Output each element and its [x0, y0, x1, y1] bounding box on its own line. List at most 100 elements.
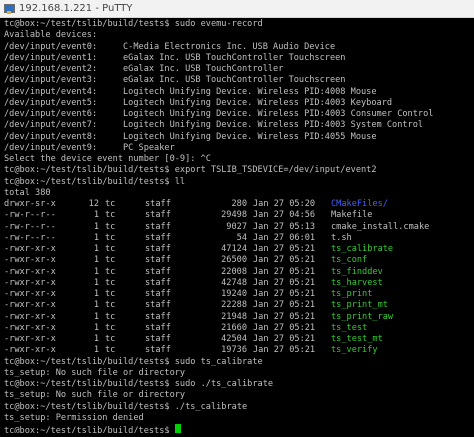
- file-name: t.sh: [331, 232, 352, 243]
- file-links: 1: [93, 289, 99, 299]
- file-permissions: -rwxr-xr-x: [4, 244, 56, 254]
- file-links: 1: [93, 300, 99, 311]
- file-group: staff: [145, 244, 171, 254]
- file-links: 1: [93, 345, 99, 356]
- terminal-line: tc@box:~/test/tslib/build/tests$ sudo ts…: [4, 356, 263, 367]
- terminal-prompt-line[interactable]: tc@box:~/test/tslib/build/tests$: [4, 424, 466, 433]
- file-group: staff: [145, 311, 171, 322]
- file-name: ts_finddev: [331, 266, 383, 277]
- file-permissions: -rwxr-xr-x: [4, 289, 56, 299]
- file-links: 1: [93, 221, 99, 232]
- file-links: 12: [88, 199, 99, 209]
- listing-row: -rwxr-xr-x 1 tc staff 22288 Jan 27 05:21 ts_pr…: [4, 300, 466, 311]
- file-date: Jan 27 05:21: [253, 266, 316, 277]
- file-permissions: -rwxr-xr-x: [4, 311, 56, 322]
- window-title: 192.168.1.221 - PuTTY: [19, 3, 133, 14]
- file-name: ts_test_mt: [331, 334, 383, 344]
- file-name: ts_print_mt: [331, 300, 388, 311]
- file-name: ts_conf: [331, 255, 368, 266]
- file-size: 26500: [221, 255, 247, 266]
- file-date: Jan 27 05:13: [253, 221, 316, 232]
- terminal-line: /dev/input/event8: Logitech Unifying Dev…: [4, 131, 377, 142]
- file-size: 22008: [221, 266, 247, 277]
- file-permissions: -rw-r--r--: [4, 221, 56, 232]
- listing-row: -rwxr-xr-x 1 tc staff 42748 Jan 27 05:21 ts_ha…: [4, 278, 466, 289]
- terminal-output[interactable]: tc@box:~/test/tslib/build/tests$ sudo ev…: [4, 19, 466, 433]
- file-links: 1: [93, 311, 99, 322]
- listing-row: -rwxr-xr-x 1 tc staff 26500 Jan 27 05:21 ts_co…: [4, 255, 466, 266]
- file-permissions: -rw-r--r--: [4, 232, 56, 243]
- file-permissions: -rwxr-xr-x: [4, 322, 56, 333]
- file-name: cmake_install.cmake: [331, 221, 430, 232]
- file-date: Jan 27 05:21: [253, 255, 316, 266]
- file-date: Jan 27 05:21: [253, 300, 316, 311]
- file-name: ts_harvest: [331, 277, 383, 288]
- file-group: staff: [145, 255, 171, 266]
- window-titlebar[interactable]: 192.168.1.221 - PuTTY: [0, 0, 474, 18]
- listing-row: -rw-r--r-- 1 tc staff 54 Jan 27 06:01 t.sh: [4, 233, 466, 244]
- file-owner: tc: [105, 255, 116, 266]
- putty-icon[interactable]: [3, 3, 15, 15]
- text-cursor: [174, 424, 181, 433]
- file-date: Jan 27 05:21: [253, 334, 316, 344]
- terminal-line: /dev/input/event1: eGalax Inc. USB Touch…: [4, 52, 346, 63]
- terminal-line: /dev/input/event0: C-Media Electronics I…: [4, 41, 336, 52]
- file-size: 29498: [221, 210, 247, 221]
- file-owner: tc: [105, 221, 116, 232]
- terminal-line: /dev/input/event3: eGalax Inc. USB Touch…: [4, 75, 346, 86]
- file-name: CMakeFiles/: [331, 199, 388, 209]
- file-permissions: -rwxr-xr-x: [4, 255, 56, 266]
- file-group: staff: [145, 221, 171, 232]
- file-owner: tc: [105, 210, 116, 221]
- file-links: 1: [93, 277, 99, 288]
- file-links: 1: [93, 255, 99, 266]
- shell-prompt: tc@box:~/test/tslib/build/tests$: [4, 426, 175, 433]
- file-group: staff: [145, 300, 171, 311]
- file-links: 1: [93, 334, 99, 344]
- file-owner: tc: [105, 322, 116, 333]
- listing-row: drwxr-sr-x 12 tc staff 280 Jan 27 05:20 CMakeF…: [4, 199, 466, 210]
- terminal-scrollbar[interactable]: [466, 18, 474, 437]
- file-group: staff: [145, 289, 171, 299]
- file-date: Jan 27 04:56: [253, 210, 316, 221]
- file-name: ts_print: [331, 289, 373, 299]
- file-group: staff: [145, 277, 171, 288]
- listing-row: -rwxr-xr-x 1 tc staff 19736 Jan 27 05:21 ts_ve…: [4, 345, 466, 356]
- file-size: 21660: [221, 322, 247, 333]
- file-owner: tc: [105, 244, 116, 254]
- terminal-line: Select the device event number [0-9]: ^C: [4, 154, 211, 164]
- terminal-line: /dev/input/event4: Logitech Unifying Dev…: [4, 86, 377, 97]
- listing-row: -rw-r--r-- 1 tc staff 9027 Jan 27 05:13 cmake_…: [4, 222, 466, 233]
- file-size: 54: [236, 232, 247, 243]
- file-group: staff: [145, 232, 171, 243]
- listing-row: -rwxr-xr-x 1 tc staff 22008 Jan 27 05:21 ts_fi…: [4, 267, 466, 278]
- file-permissions: -rwxr-xr-x: [4, 334, 56, 344]
- file-group: staff: [145, 345, 171, 356]
- file-size: 22288: [221, 300, 247, 311]
- file-date: Jan 27 05:20: [253, 199, 316, 209]
- listing-row: -rw-r--r-- 1 tc staff 29498 Jan 27 04:56 Makef…: [4, 210, 466, 221]
- file-date: Jan 27 05:21: [253, 311, 316, 322]
- file-name: ts_test: [331, 322, 368, 333]
- file-links: 1: [93, 232, 99, 243]
- terminal-line: /dev/input/event5: Logitech Unifying Dev…: [4, 97, 393, 108]
- file-name: Makefile: [331, 210, 373, 221]
- file-size: 42748: [221, 277, 247, 288]
- terminal-line: total 380: [4, 187, 51, 198]
- file-group: staff: [145, 210, 171, 221]
- file-size: 9027: [226, 221, 247, 232]
- terminal-line: /dev/input/event2: eGalax Inc. USB Touch…: [4, 64, 284, 74]
- file-date: Jan 27 06:01: [253, 232, 316, 243]
- terminal-line: ts_setup: No such file or directory: [4, 367, 186, 378]
- terminal-line: ts_setup: No such file or directory: [4, 390, 186, 401]
- file-permissions: -rw-r--r--: [4, 210, 56, 221]
- listing-row: -rwxr-xr-x 1 tc staff 47124 Jan 27 05:21 ts_ca…: [4, 244, 466, 255]
- terminal-line: tc@box:~/test/tslib/build/tests$ ./ts_ca…: [4, 401, 248, 412]
- file-permissions: -rwxr-xr-x: [4, 300, 56, 311]
- listing-row: -rwxr-xr-x 1 tc staff 19240 Jan 27 05:21 ts_pr…: [4, 289, 466, 300]
- terminal-line: tc@box:~/test/tslib/build/tests$ sudo ev…: [4, 19, 263, 29]
- file-owner: tc: [105, 232, 116, 243]
- file-group: staff: [145, 322, 171, 333]
- file-date: Jan 27 05:21: [253, 345, 316, 356]
- file-size: 21948: [221, 311, 247, 322]
